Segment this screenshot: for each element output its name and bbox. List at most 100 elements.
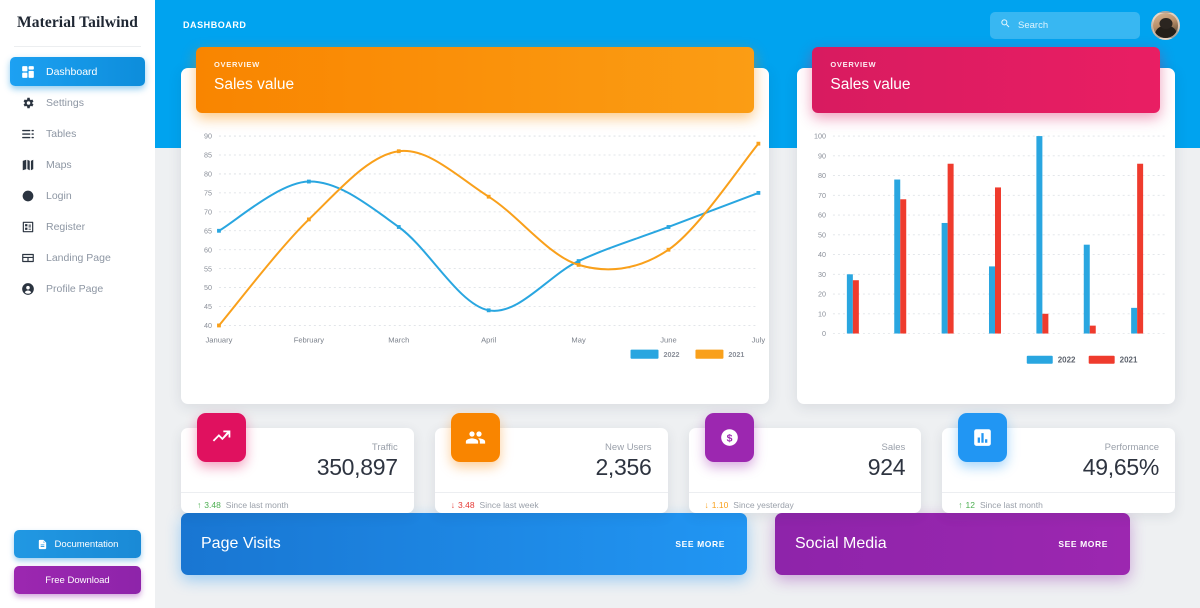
social-media-card: Social Media SEE MORE <box>775 513 1130 575</box>
user-circle-icon <box>20 281 35 296</box>
brand-title: Material Tailwind <box>17 14 138 31</box>
stat-top: Performance 49,65% <box>958 413 1160 492</box>
sidebar-item-register[interactable]: Register <box>10 212 145 241</box>
stat-delta: ↓ 1.10 <box>705 500 729 510</box>
svg-text:2021: 2021 <box>728 350 744 359</box>
stat-card: $ Sales 924 ↓ 1.10 Since yesterday <box>688 413 922 513</box>
svg-text:2022: 2022 <box>664 350 680 359</box>
stat-card: Traffic 350,897 ↑ 3.48 Since last month <box>181 413 414 513</box>
documentation-label: Documentation <box>54 538 119 550</box>
arrow-down-icon: ↓ <box>450 500 455 510</box>
page-visits-see-more[interactable]: SEE MORE <box>675 539 725 549</box>
svg-text:10: 10 <box>818 309 826 318</box>
svg-text:February: February <box>294 336 325 345</box>
main-area: DASHBOARD OVERVIEW <box>155 0 1200 608</box>
bar-chart-plot: 0 10 20 30 40 50 60 70 80 90 100 2022 2021 <box>814 132 1166 365</box>
arrow-up-icon: ↑ <box>197 500 202 510</box>
stat-value: 924 <box>867 454 906 480</box>
stat-delta: ↓ 3.48 <box>451 500 475 510</box>
stat-card: New Users 2,356 ↓ 3.48 Since last week <box>434 413 668 513</box>
charts-row: OVERVIEW Sales value 40 45 50 55 60 65 70 75 80 8… <box>181 47 1175 404</box>
form-icon <box>20 219 35 234</box>
svg-text:40: 40 <box>204 321 212 330</box>
sidebar-item-tables[interactable]: Tables <box>10 119 145 148</box>
fingerprint-icon <box>20 188 35 203</box>
bar-chart-body: 0 10 20 30 40 50 60 70 80 90 100 2022 2021 <box>797 124 1175 398</box>
sidebar-item-label: Login <box>46 189 72 202</box>
table-icon <box>20 126 35 141</box>
free-download-button[interactable]: Free Download <box>14 566 141 594</box>
sidebar-item-label: Settings <box>46 96 84 109</box>
sidebar-item-login[interactable]: Login <box>10 181 145 210</box>
stat-card: Performance 49,65% ↑ 12 Since last month <box>942 413 1175 513</box>
stat-label: Sales <box>881 442 906 453</box>
svg-text:20: 20 <box>818 290 826 299</box>
sidebar-item-label: Landing Page <box>46 251 111 264</box>
stat-value: 2,356 <box>595 454 652 480</box>
svg-text:January: January <box>205 336 232 345</box>
svg-text:55: 55 <box>204 264 212 273</box>
content: OVERVIEW Sales value 40 45 50 55 60 65 70 75 80 8… <box>155 0 1200 513</box>
svg-text:March: March <box>388 336 409 345</box>
stat-since: Since last month <box>225 500 289 510</box>
svg-text:2021: 2021 <box>1120 356 1138 365</box>
svg-text:July: July <box>752 336 766 345</box>
dashboard-app: Material Tailwind Dashboard Settings Tab… <box>0 0 1200 608</box>
stat-delta-value: 3.48 <box>204 500 221 510</box>
svg-text:30: 30 <box>818 270 826 279</box>
stat-footer: ↓ 3.48 Since last week <box>434 492 668 510</box>
social-media-see-more[interactable]: SEE MORE <box>1058 539 1108 549</box>
sidebar-item-label: Profile Page <box>46 282 104 295</box>
bar-chart-title: Sales value <box>830 76 911 93</box>
stat-right: Sales 924 <box>867 440 906 481</box>
stat-top: $ Sales 924 <box>704 413 906 492</box>
bar-chart-icon <box>958 413 1008 462</box>
stat-delta-value: 1.10 <box>711 500 729 510</box>
free-download-label: Free Download <box>45 574 110 586</box>
documentation-button[interactable]: Documentation <box>14 530 141 558</box>
svg-text:60: 60 <box>204 245 212 254</box>
svg-text:65: 65 <box>204 226 212 235</box>
svg-text:50: 50 <box>818 230 826 239</box>
sidebar-item-maps[interactable]: Maps <box>10 150 145 179</box>
sidebar-item-label: Register <box>46 220 86 233</box>
group-icon <box>450 413 500 462</box>
stat-footer: ↑ 12 Since last month <box>942 492 1175 510</box>
page-visits-title: Page Visits <box>201 535 281 552</box>
stat-right: Traffic 350,897 <box>317 440 398 481</box>
line-chart-title: Sales value <box>214 76 295 93</box>
sidebar-nav: Dashboard Settings Tables Maps Login Reg… <box>0 57 155 303</box>
svg-text:70: 70 <box>204 207 212 216</box>
svg-text:80: 80 <box>204 170 212 179</box>
dollar-icon: $ <box>704 413 754 462</box>
svg-text:2022: 2022 <box>1058 356 1076 365</box>
svg-text:June: June <box>660 336 676 345</box>
stat-since: Since yesterday <box>733 500 794 510</box>
stat-since: Since last week <box>479 500 539 510</box>
line-chart-header: OVERVIEW Sales value <box>196 47 755 113</box>
sidebar-item-label: Tables <box>46 127 77 140</box>
sidebar-item-profile-page[interactable]: Profile Page <box>10 274 145 303</box>
sidebar-item-label: Dashboard <box>46 65 98 78</box>
sidebar-item-landing-page[interactable]: Landing Page <box>10 243 145 272</box>
stat-delta-value: 3.48 <box>458 500 475 510</box>
stat-since: Since last month <box>979 500 1043 510</box>
sidebar-item-dashboard[interactable]: Dashboard <box>10 57 145 86</box>
stats-row: Traffic 350,897 ↑ 3.48 Since last month New U… <box>181 413 1175 513</box>
stat-label: Traffic <box>371 442 398 453</box>
sidebar: Material Tailwind Dashboard Settings Tab… <box>0 0 155 608</box>
svg-text:75: 75 <box>204 188 212 197</box>
social-media-title: Social Media <box>795 535 887 552</box>
stat-label: New Users <box>605 442 652 453</box>
stat-right: New Users 2,356 <box>595 440 651 481</box>
stat-value: 49,65% <box>1082 454 1160 480</box>
bar-chart-card: OVERVIEW Sales value 0 10 20 30 40 50 60 70 80 90… <box>797 47 1175 404</box>
svg-text:85: 85 <box>204 151 212 160</box>
sidebar-item-settings[interactable]: Settings <box>10 88 145 117</box>
bar-chart-header: OVERVIEW Sales value <box>812 47 1160 113</box>
sidebar-item-label: Maps <box>46 158 72 171</box>
svg-text:45: 45 <box>204 302 212 311</box>
svg-text:$: $ <box>726 433 732 445</box>
stat-top: Traffic 350,897 <box>197 413 398 492</box>
